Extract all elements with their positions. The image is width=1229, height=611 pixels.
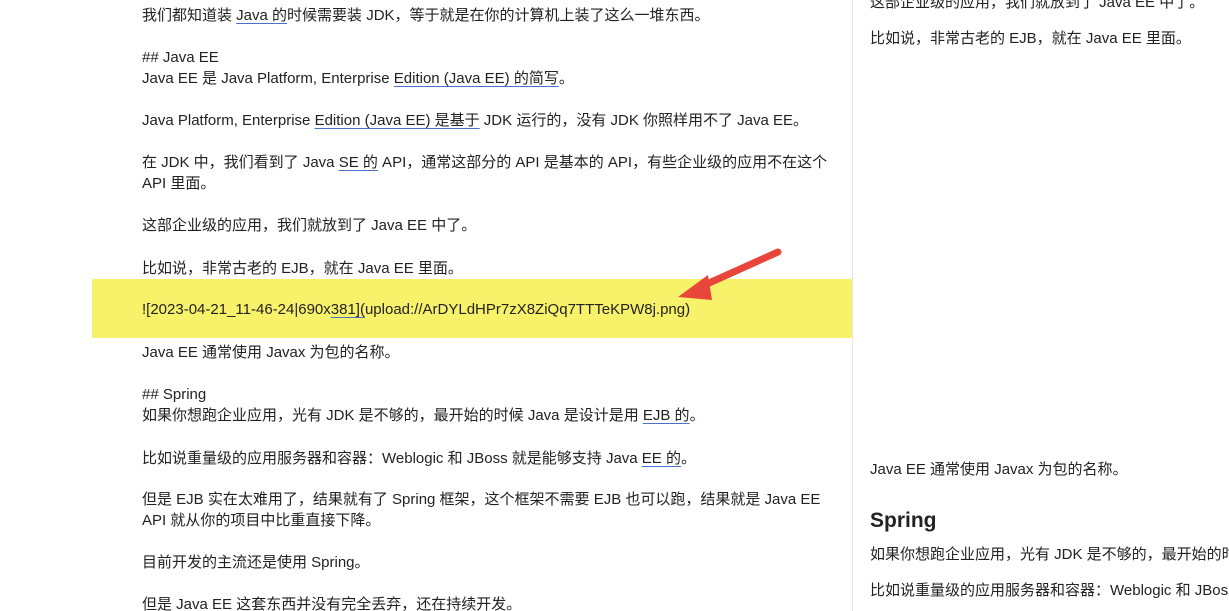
preview-paragraph: 如果你想跑企业应用，光有 JDK 是不够的，最开始的时候 Java: [870, 546, 1229, 563]
editor-line[interactable]: API 就从你的项目中比重直接下降。: [142, 510, 380, 531]
red-arrow-icon: [678, 248, 782, 300]
preview-paragraph: Java EE 通常使用 Javax 为包的名称。: [870, 461, 1128, 478]
editor-line[interactable]: 如果你想跑企业应用，光有 JDK 是不够的，最开始的时候 Java 是设计是用 …: [142, 405, 705, 426]
editor-line[interactable]: 这部企业级的应用，我们就放到了 Java EE 中了。: [142, 215, 476, 236]
editor-line[interactable]: 但是 EJB 实在太难用了，结果就有了 Spring 框架，这个框架不需要 EJ…: [142, 489, 820, 510]
editor-line[interactable]: 我们都知道装 Java 的时候需要装 JDK，等于就是在你的计算机上装了这么一堆…: [142, 5, 710, 26]
preview-paragraph: 比如说重量级的应用服务器和容器：Weblogic 和 JBoss 就是能: [870, 582, 1229, 599]
composer-window: 我们都知道装 Java 的时候需要装 JDK，等于就是在你的计算机上装了这么一堆…: [0, 0, 1229, 611]
preview-paragraph: 比如说，非常古老的 EJB，就在 Java EE 里面。: [870, 30, 1191, 47]
markdown-preview: 这部企业级的应用，我们就放到了 Java EE 中了。 比如说，非常古老的 EJ…: [853, 0, 1229, 611]
editor-line[interactable]: 目前开发的主流还是使用 Spring。: [142, 552, 370, 573]
editor-line[interactable]: Java EE 通常使用 Javax 为包的名称。: [142, 342, 400, 363]
editor-line[interactable]: 比如说重量级的应用服务器和容器：Weblogic 和 JBoss 就是能够支持 …: [142, 448, 696, 469]
editor-line[interactable]: 但是 Java EE 这套东西并没有完全丢弃，还在持续开发。: [142, 594, 521, 611]
editor-line[interactable]: API 里面。: [142, 173, 215, 194]
editor-line[interactable]: Java EE 是 Java Platform, Enterprise Edit…: [142, 68, 574, 89]
editor-line[interactable]: Java Platform, Enterprise Edition (Java …: [142, 110, 808, 131]
editor-line[interactable]: ## Java EE: [142, 47, 219, 68]
editor-line[interactable]: 比如说，非常古老的 EJB，就在 Java EE 里面。: [142, 258, 463, 279]
editor-line[interactable]: ## Spring: [142, 384, 206, 405]
preview-heading-spring: Spring: [870, 509, 937, 532]
preview-paragraph: 这部企业级的应用，我们就放到了 Java EE 中了。: [870, 0, 1205, 11]
image-markdown-line[interactable]: ![2023-04-21_11-46-24|690x381](upload://…: [142, 299, 690, 320]
editor-line[interactable]: 在 JDK 中，我们看到了 Java SE 的 API，通常这部分的 API 是…: [142, 152, 827, 173]
